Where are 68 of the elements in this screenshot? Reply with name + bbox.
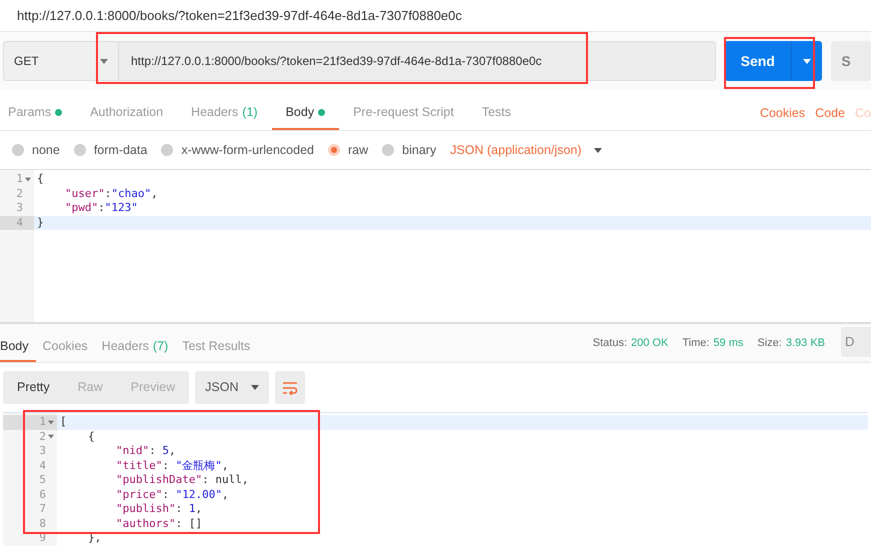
caret-icon	[594, 148, 602, 152]
wrap-lines-icon	[282, 380, 298, 394]
view-mode-tab[interactable]: Pretty	[3, 371, 64, 404]
radio-button[interactable]	[12, 144, 24, 156]
view-mode-tab[interactable]: Preview	[116, 371, 190, 404]
radio-label: raw	[348, 142, 368, 159]
save-button[interactable]: S	[831, 41, 871, 81]
line-number: 8	[38, 516, 47, 531]
radio-label: x-www-form-urlencoded	[181, 142, 314, 159]
request-tab[interactable]: Pre-request Script	[339, 97, 468, 130]
line-number: 1	[0, 172, 34, 186]
line-number: 7	[38, 502, 47, 516]
wrap-lines-button[interactable]	[275, 371, 306, 404]
code-line: "user":"chao",	[64, 186, 159, 201]
code-line: "publishDate": null,	[115, 473, 250, 488]
radio-label: binary	[402, 142, 436, 159]
radio-label: none	[32, 142, 60, 159]
request-tab[interactable]: Tests	[468, 97, 525, 130]
line-number: 3	[38, 444, 47, 458]
line-number: 2	[3, 430, 57, 444]
line-number: 6	[38, 488, 47, 502]
header-link[interactable]: Cookies	[760, 104, 806, 123]
request-title: http://127.0.0.1:8000/books/?token=21f3ed39-97df-464e-8d1a-7307f0880e0c	[17, 6, 462, 25]
line-number: 4	[38, 458, 47, 473]
line-number: 4	[0, 216, 34, 230]
radio-button[interactable]	[328, 144, 340, 156]
view-mode-tab[interactable]: Raw	[64, 371, 117, 404]
response-tab[interactable]: Test Results	[175, 332, 258, 362]
stat-value: 200 OK	[631, 336, 668, 351]
request-tab[interactable]: Authorization	[76, 97, 178, 130]
caret-icon	[48, 434, 54, 440]
code-line: "authors": []	[115, 516, 204, 531]
request-tab[interactable]: Headers (1)	[177, 97, 272, 130]
content-type-dropdown[interactable]: JSON (application/json)	[450, 140, 602, 160]
code-line: "title": "金瓶梅",	[115, 458, 230, 473]
code-line: "nid": 5,	[115, 444, 177, 458]
caret-icon	[251, 385, 260, 390]
code-line: "publish": 1,	[115, 502, 204, 516]
format-dropdown[interactable]: JSON	[195, 371, 270, 404]
caret-icon	[48, 420, 54, 425]
send-button[interactable]: Send	[724, 41, 791, 81]
response-tab[interactable]: Headers (7)	[94, 332, 176, 362]
response-tab[interactable]: Cookies	[36, 332, 95, 362]
request-tab[interactable]: Params	[0, 97, 76, 130]
line-number: 2	[15, 186, 24, 201]
caret-icon	[25, 176, 31, 182]
radio-button[interactable]	[161, 144, 174, 156]
response-tab[interactable]: Body	[0, 332, 36, 362]
code-line: "pwd":"123"	[64, 201, 139, 216]
stat-value: 59 ms	[713, 336, 744, 351]
send-options-button[interactable]	[790, 41, 822, 81]
radio-button[interactable]	[382, 144, 394, 156]
line-number: 1	[3, 415, 57, 430]
line-number: 3	[15, 201, 24, 216]
stat-label: Status:	[592, 336, 628, 351]
line-number: 5	[38, 473, 47, 488]
code-line: "price": "12.00",	[115, 488, 230, 502]
code-line: {	[87, 430, 96, 444]
stat-label: Size:	[757, 336, 782, 351]
request-tab[interactable]: Body	[272, 97, 340, 130]
stat-value: 3.93 KB	[786, 336, 825, 351]
header-link[interactable]: Code	[815, 104, 846, 123]
caret-icon	[803, 58, 812, 64]
radio-button[interactable]	[74, 144, 86, 156]
stat-label: Time:	[682, 336, 710, 351]
code-line: {	[36, 172, 45, 186]
radio-label: form-data	[94, 142, 148, 159]
download-button[interactable]: D	[841, 327, 871, 357]
